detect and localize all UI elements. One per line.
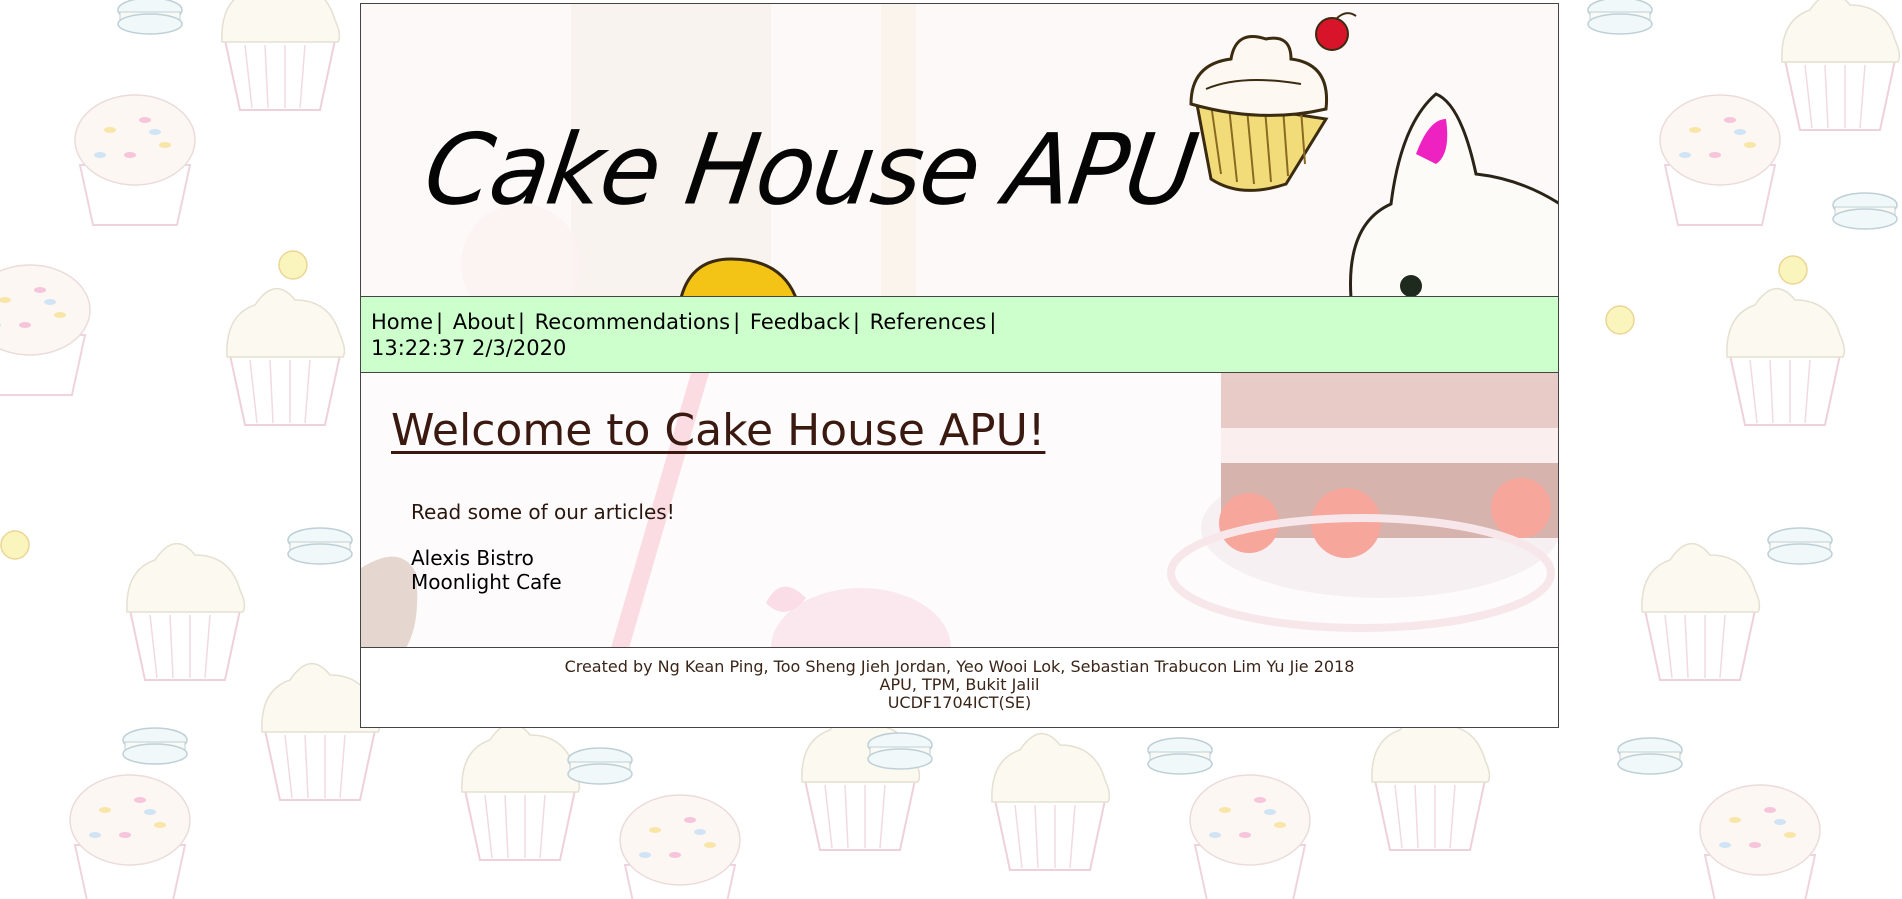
site-footer: Created by Ng Kean Ping, Too Sheng Jieh … xyxy=(360,648,1559,728)
nav-separator: | xyxy=(733,310,741,334)
footer-course-code: UCDF1704ICT(SE) xyxy=(887,693,1032,712)
article-link-moonlight-cafe[interactable]: Moonlight Cafe xyxy=(411,570,1558,594)
main-text: Welcome to Cake House APU! Read some of … xyxy=(361,373,1558,594)
nav-link-home[interactable]: Home xyxy=(371,310,433,334)
welcome-heading: Welcome to Cake House APU! xyxy=(391,405,1046,456)
article-list: Alexis Bistro Moonlight Cafe xyxy=(411,546,1558,594)
site-title: Cake House APU xyxy=(417,112,1203,228)
article-link-alexis-bistro[interactable]: Alexis Bistro xyxy=(411,546,1558,570)
footer-credits: Created by Ng Kean Ping, Too Sheng Jieh … xyxy=(564,657,1355,676)
articles-intro: Read some of our articles! xyxy=(411,500,675,524)
page-container: Cake House APU Home | About | Recommendati… xyxy=(360,3,1559,728)
navigation-bar: Home | About | Recommendations | Feedback | … xyxy=(360,297,1559,373)
main-content-area: Welcome to Cake House APU! Read some of … xyxy=(360,373,1559,648)
clock-display: 13:22:37 2/3/2020 xyxy=(371,336,567,360)
nav-link-feedback[interactable]: Feedback xyxy=(750,310,850,334)
nav-separator: | xyxy=(852,310,860,334)
nav-link-about[interactable]: About xyxy=(453,310,515,334)
footer-location: APU, TPM, Bukit Jalil xyxy=(879,675,1040,694)
site-header: Cake House APU xyxy=(360,3,1559,297)
nav-separator: | xyxy=(989,310,997,334)
nav-separator: | xyxy=(436,310,444,334)
cat-icon xyxy=(1349,92,1558,296)
nav-link-recommendations[interactable]: Recommendations xyxy=(535,310,730,334)
nav-separator: | xyxy=(517,310,525,334)
cupcake-icon xyxy=(1189,12,1357,192)
nav-link-references[interactable]: References xyxy=(870,310,987,334)
